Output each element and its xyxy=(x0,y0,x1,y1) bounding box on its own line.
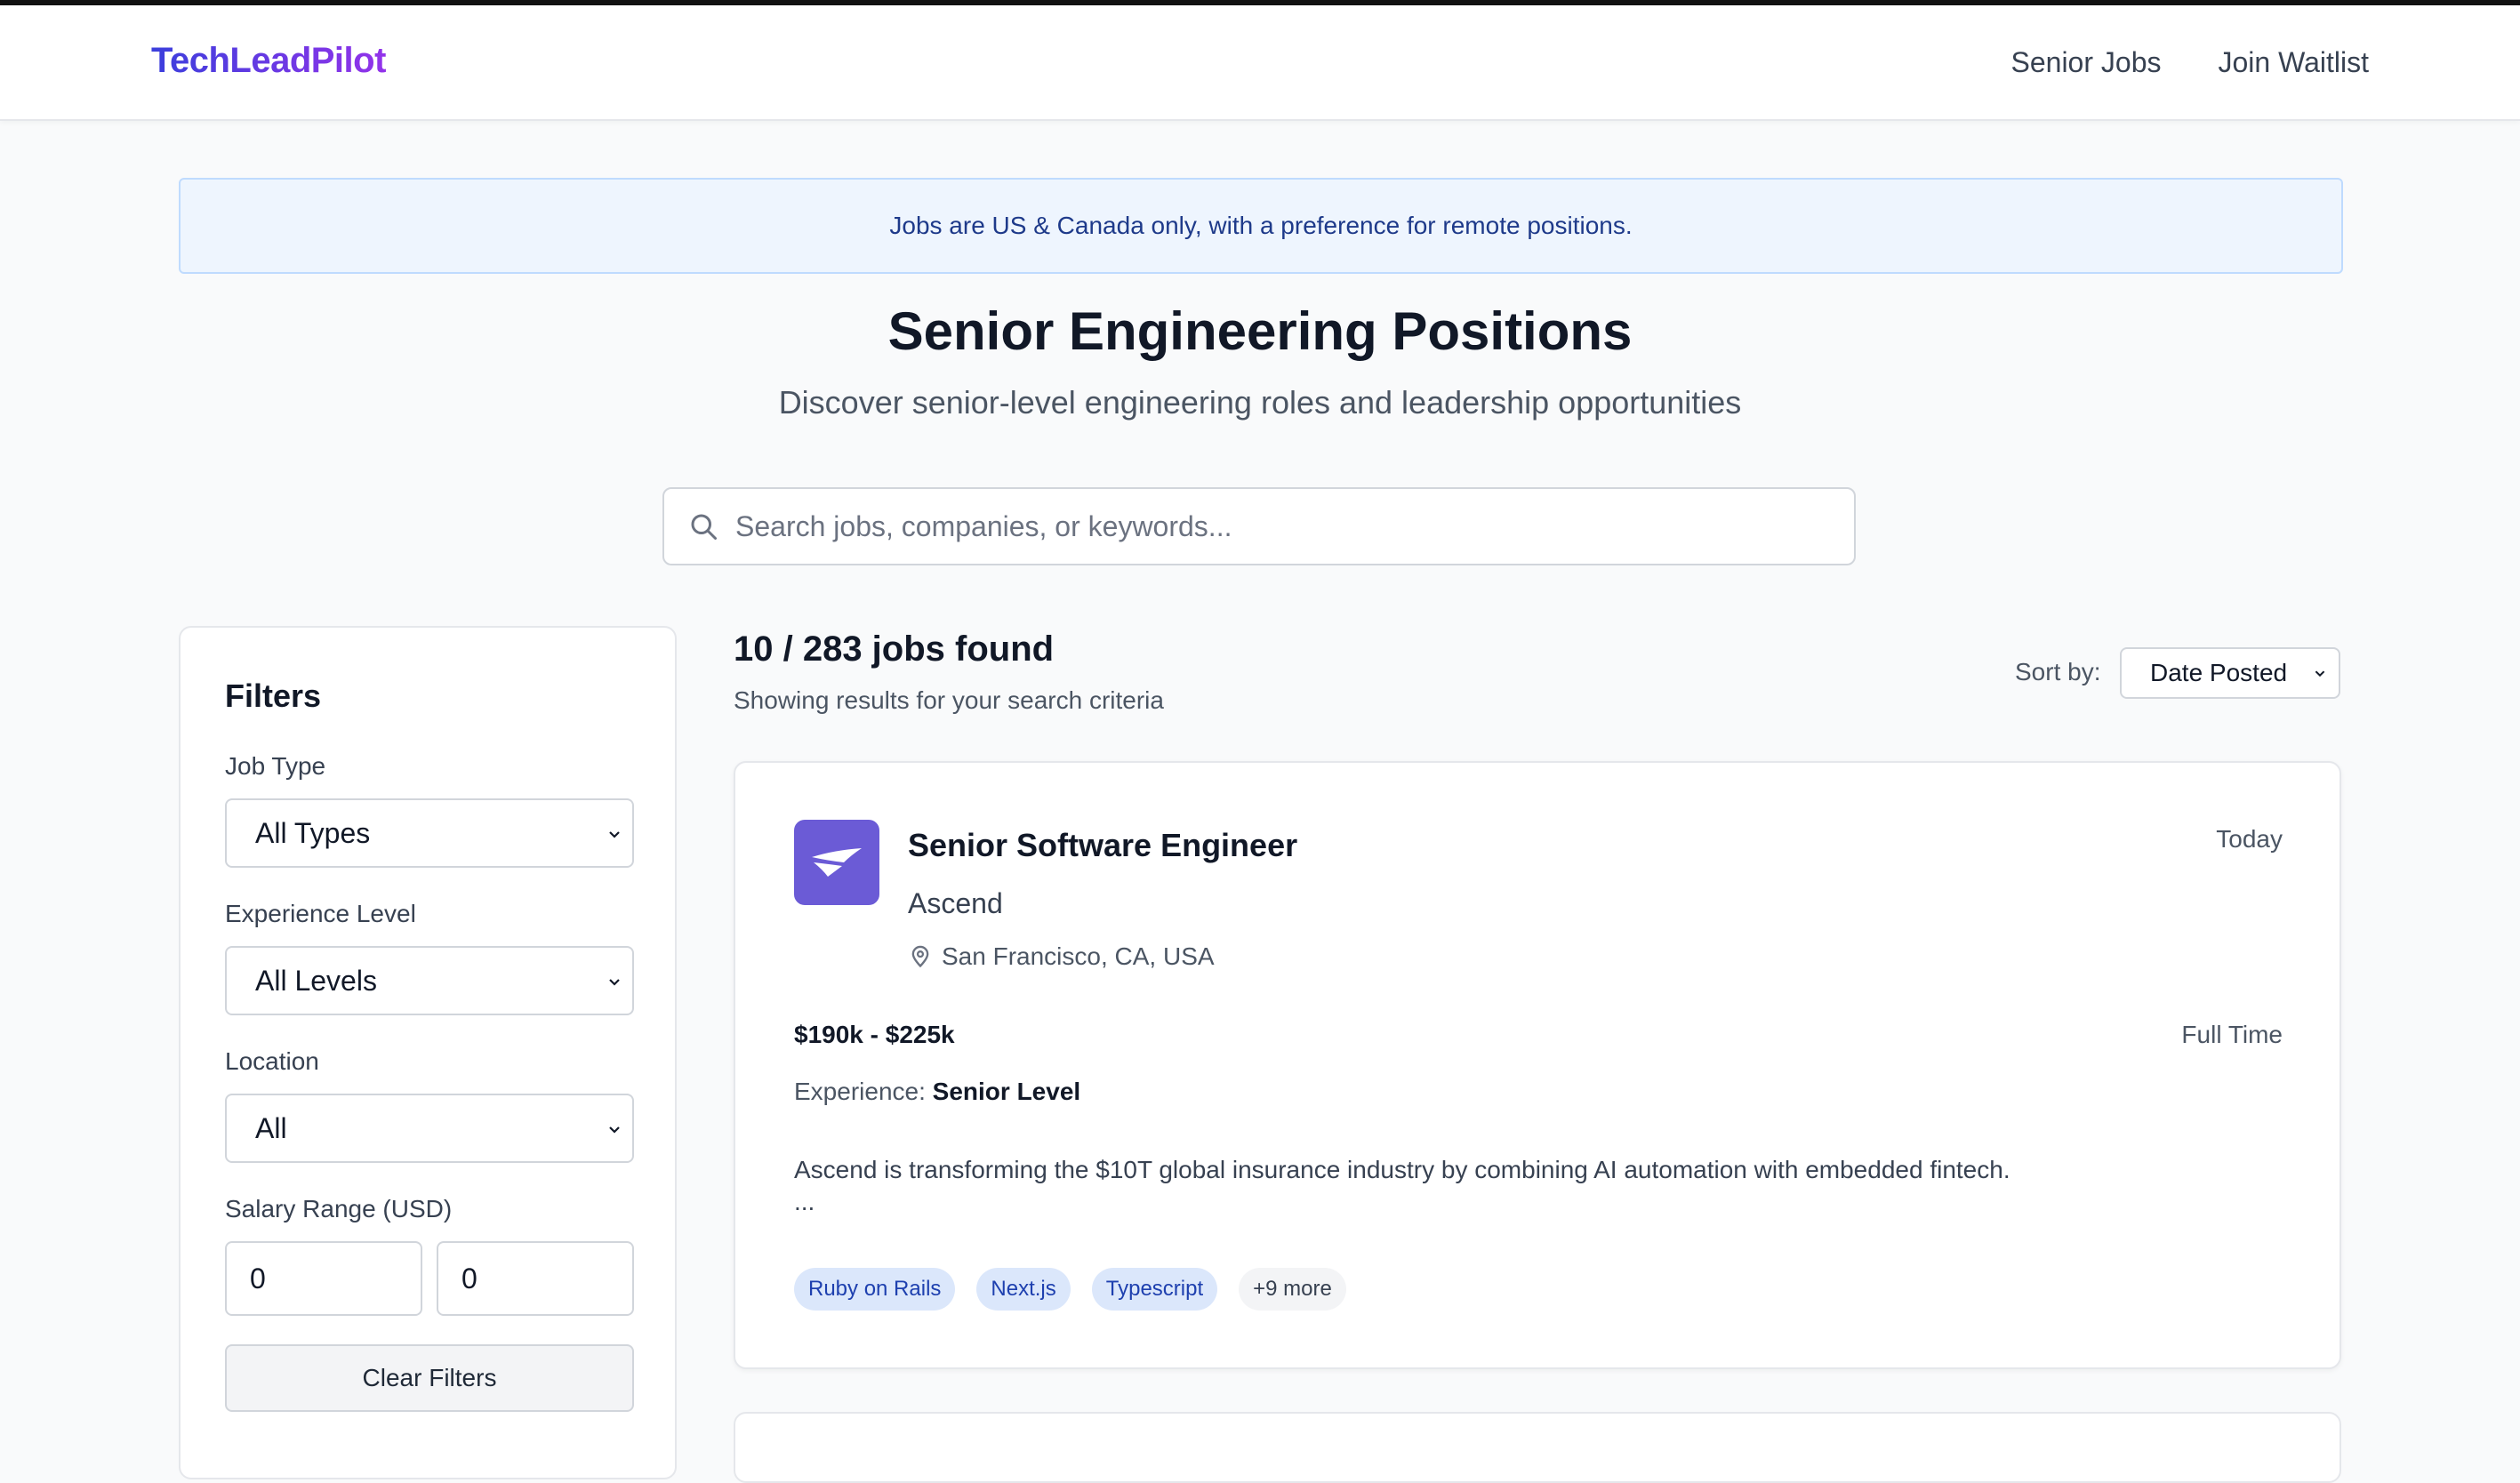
job-card[interactable] xyxy=(734,1412,2341,1483)
sort-value: Date Posted xyxy=(2150,659,2288,686)
job-type-label: Job Type xyxy=(225,752,326,780)
job-card[interactable]: Senior Software Engineer Ascend San Fran… xyxy=(734,761,2341,1369)
navbar: TechLeadPilot Senior Jobs Join Waitlist xyxy=(0,5,2520,121)
tag-chip: Next.js xyxy=(976,1268,1071,1311)
job-posted-date: Today xyxy=(2216,825,2283,853)
experience-value: All Levels xyxy=(255,964,377,997)
job-company: Ascend xyxy=(908,887,1003,919)
search-bar xyxy=(662,487,1856,565)
clear-filters-button[interactable]: Clear Filters xyxy=(225,1344,634,1412)
sort-select[interactable]: Date Posted xyxy=(2120,647,2340,699)
job-type: Full Time xyxy=(2181,1021,2283,1048)
filters-title: Filters xyxy=(225,677,322,714)
job-type-select[interactable]: All Types xyxy=(225,798,634,868)
location-select[interactable]: All xyxy=(225,1094,634,1163)
job-location: San Francisco, CA, USA xyxy=(908,942,1215,971)
sort-label: Sort by: xyxy=(2015,658,2101,685)
job-experience-label: Experience: xyxy=(794,1078,926,1105)
search-icon xyxy=(691,514,717,540)
region-banner: Jobs are US & Canada only, with a prefer… xyxy=(179,178,2343,274)
job-description: Ascend is transforming the $10T global i… xyxy=(794,1156,2010,1183)
site-logo[interactable]: TechLeadPilot xyxy=(151,41,386,81)
location-value: All xyxy=(255,1111,287,1144)
chevron-down-icon xyxy=(609,1126,620,1134)
location-pin-icon xyxy=(911,945,929,968)
tag-chip: Ruby on Rails xyxy=(794,1268,956,1311)
salary-range-label: Salary Range (USD) xyxy=(225,1195,453,1222)
more-tags-chip[interactable]: +9 more xyxy=(1239,1268,1346,1311)
job-title[interactable]: Senior Software Engineer xyxy=(908,827,1297,864)
results-subtitle: Showing results for your search criteria xyxy=(734,686,1164,714)
results-count: 10 / 283 jobs found xyxy=(734,629,1055,669)
job-experience: Experience: Senior Level xyxy=(794,1078,1080,1106)
job-salary: $190k - $225k xyxy=(794,1021,955,1048)
salary-min-input[interactable]: 0 xyxy=(225,1241,422,1316)
experience-label: Experience Level xyxy=(225,900,416,927)
job-location-text: San Francisco, CA, USA xyxy=(942,942,1215,970)
job-description-ellipsis: ... xyxy=(794,1188,815,1215)
filters-panel: Filters Job Type All Types Experience Le… xyxy=(179,626,677,1479)
ascend-logo-mark xyxy=(812,848,862,877)
location-label: Location xyxy=(225,1047,319,1075)
page-title: Senior Engineering Positions xyxy=(887,301,1633,361)
job-tags: Ruby on Rails Next.js Typescript +9 more xyxy=(794,1268,1346,1311)
page-subtitle: Discover senior-level engineering roles … xyxy=(778,384,1742,421)
salary-max-input[interactable]: 0 xyxy=(437,1241,634,1316)
company-logo-icon xyxy=(794,820,879,905)
search-input[interactable] xyxy=(734,509,1854,544)
chevron-down-icon xyxy=(2315,670,2325,677)
chevron-down-icon xyxy=(609,831,620,838)
job-experience-value: Senior Level xyxy=(932,1078,1081,1105)
nav-link-join-waitlist[interactable]: Join Waitlist xyxy=(2218,46,2369,79)
tag-chip: Typescript xyxy=(1091,1268,1218,1311)
nav-link-senior-jobs[interactable]: Senior Jobs xyxy=(2011,46,2162,79)
chevron-down-icon xyxy=(609,979,620,986)
experience-select[interactable]: All Levels xyxy=(225,946,634,1015)
job-type-value: All Types xyxy=(255,816,371,849)
nav-links: Senior Jobs Join Waitlist xyxy=(2011,46,2370,79)
